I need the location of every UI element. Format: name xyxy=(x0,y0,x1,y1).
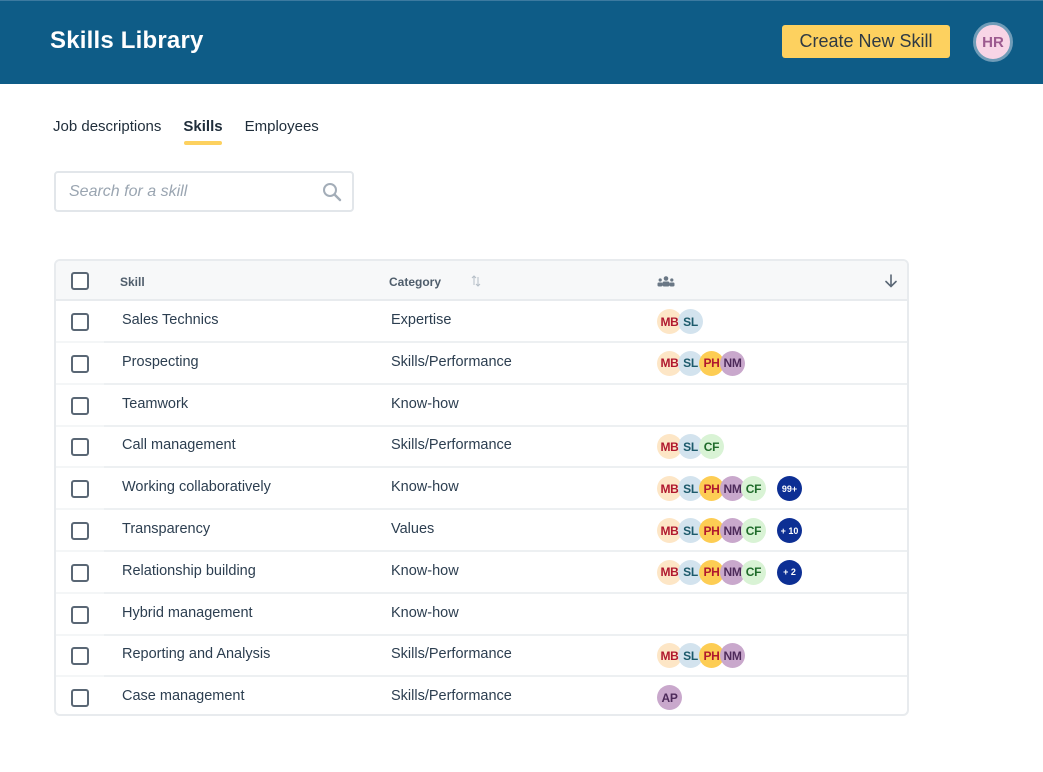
employee-avatar[interactable]: SL xyxy=(678,309,703,334)
sort-descending-icon[interactable] xyxy=(884,274,898,288)
employee-avatar[interactable]: AP xyxy=(657,685,682,711)
skill-category: Know-how xyxy=(391,395,459,412)
tab-skills[interactable]: Skills xyxy=(183,118,223,145)
row-checkbox[interactable] xyxy=(71,438,89,457)
search-icon[interactable] xyxy=(322,182,342,202)
skills-table: Skill Category Sales Technics Expertise MB… xyxy=(54,259,909,716)
skill-category: Know-how xyxy=(391,479,459,496)
select-all-checkbox[interactable] xyxy=(71,272,89,290)
employee-avatar[interactable]: NM xyxy=(720,350,745,376)
skill-name[interactable]: Sales Technics xyxy=(122,312,218,328)
employee-avatars: AP xyxy=(657,685,682,711)
skill-category: Values xyxy=(391,521,435,537)
skill-category: Skills/Performance xyxy=(391,688,512,705)
column-header-skill[interactable]: Skill xyxy=(120,275,145,289)
row-checkbox[interactable] xyxy=(71,396,89,415)
row-checkbox[interactable] xyxy=(71,480,89,499)
table-row[interactable]: Call management Skills/Performance MB SL CF xyxy=(56,426,907,469)
create-new-skill-button[interactable]: Create New Skill xyxy=(782,25,950,58)
row-checkbox[interactable] xyxy=(71,689,89,708)
row-checkbox[interactable] xyxy=(71,313,89,331)
skill-name[interactable]: Transparency xyxy=(122,521,210,537)
skill-name[interactable]: Case management xyxy=(122,688,245,704)
skill-name[interactable]: Relationship building xyxy=(122,563,256,579)
row-checkbox[interactable] xyxy=(71,522,89,540)
employee-avatar[interactable]: CF xyxy=(741,559,766,585)
skill-category: Know-how xyxy=(391,604,459,621)
more-employees-badge[interactable]: + 10 xyxy=(777,518,802,543)
skill-category: Expertise xyxy=(391,312,452,328)
employee-avatar[interactable]: CF xyxy=(699,434,724,460)
table-row[interactable]: Relationship building Know-how MB SL PH NM CF +… xyxy=(56,552,907,594)
user-avatar[interactable]: HR xyxy=(973,22,1013,62)
top-bar: Skills Library Create New Skill HR xyxy=(0,0,1043,84)
employee-avatars: MB SL PH NM xyxy=(657,643,745,669)
table-header: Skill Category xyxy=(56,261,907,301)
sort-icon[interactable] xyxy=(471,274,481,288)
employee-avatars: MB SL CF xyxy=(657,434,724,460)
employee-avatar[interactable]: CF xyxy=(741,518,766,543)
skill-name[interactable]: Prospecting xyxy=(122,354,199,370)
more-employees-badge[interactable]: 99+ xyxy=(777,476,802,502)
tab-job-descriptions[interactable]: Job descriptions xyxy=(53,118,161,145)
employee-avatars: MB SL PH NM CF + 10 xyxy=(657,518,802,543)
table-row[interactable]: Case management Skills/Performance AP xyxy=(56,677,907,714)
row-checkbox[interactable] xyxy=(71,605,89,624)
skill-name[interactable]: Hybrid management xyxy=(122,605,253,621)
skill-category: Know-how xyxy=(391,562,459,579)
table-row[interactable]: Transparency Values MB SL PH NM CF + 10 xyxy=(56,510,907,552)
row-checkbox[interactable] xyxy=(71,647,89,666)
row-checkbox[interactable] xyxy=(71,563,89,582)
table-row[interactable]: Hybrid management Know-how xyxy=(56,594,907,636)
employee-avatars: MB SL PH NM CF 99+ xyxy=(657,476,802,502)
page-title: Skills Library xyxy=(50,27,204,54)
table-row[interactable]: Teamwork Know-how xyxy=(56,385,907,427)
more-employees-badge[interactable]: + 2 xyxy=(777,559,802,585)
table-row[interactable]: Prospecting Skills/Performance MB SL PH NM xyxy=(56,343,907,385)
skill-name[interactable]: Teamwork xyxy=(122,396,188,412)
skill-name[interactable]: Working collaboratively xyxy=(122,479,271,495)
search-input[interactable] xyxy=(56,173,352,210)
employee-avatars: MB SL xyxy=(657,309,703,334)
skill-category: Skills/Performance xyxy=(391,646,512,663)
skill-category: Skills/Performance xyxy=(391,437,512,454)
tab-bar: Job descriptions Skills Employees xyxy=(53,118,319,145)
table-row[interactable]: Sales Technics Expertise MB SL xyxy=(56,301,907,343)
skill-category: Skills/Performance xyxy=(391,353,512,370)
table-row[interactable]: Working collaboratively Know-how MB SL PH NM C… xyxy=(56,468,907,511)
row-checkbox[interactable] xyxy=(71,354,89,373)
employee-avatar[interactable]: NM xyxy=(720,643,745,669)
skill-name[interactable]: Reporting and Analysis xyxy=(122,646,270,662)
tab-employees[interactable]: Employees xyxy=(245,118,319,145)
table-row[interactable]: Reporting and Analysis Skills/Performance… xyxy=(56,635,907,678)
employee-avatar[interactable]: CF xyxy=(741,476,766,502)
skill-name[interactable]: Call management xyxy=(122,437,236,453)
people-icon xyxy=(657,276,675,287)
column-header-category[interactable]: Category xyxy=(389,275,441,289)
search-box xyxy=(54,171,354,212)
employee-avatars: MB SL PH NM xyxy=(657,350,745,376)
employee-avatars: MB SL PH NM CF + 2 xyxy=(657,559,802,585)
